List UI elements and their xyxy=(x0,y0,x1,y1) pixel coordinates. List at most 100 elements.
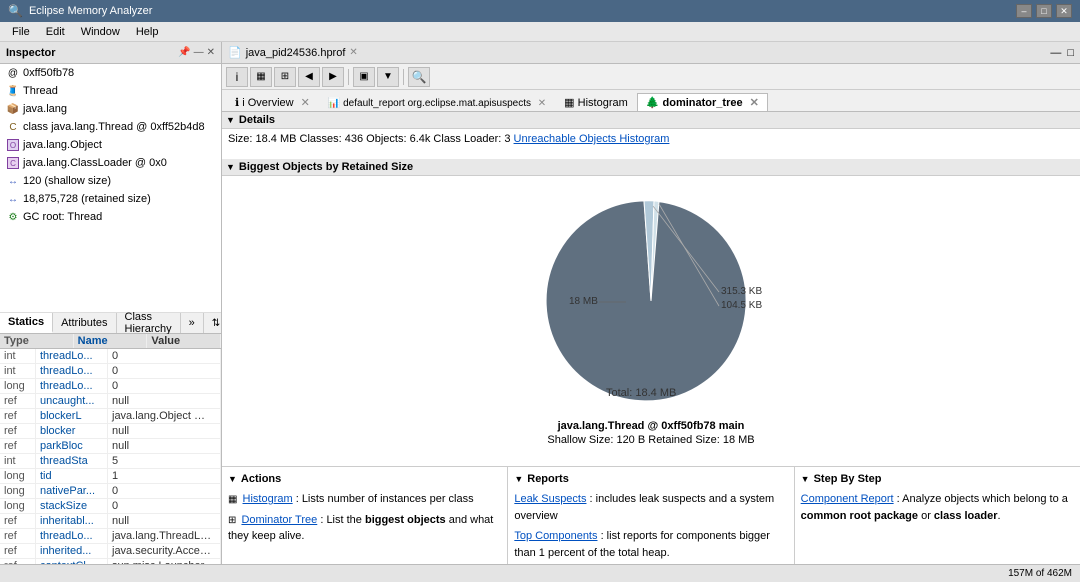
table-row[interactable]: ref inheritabl... null xyxy=(0,514,221,529)
tab-statics[interactable]: Statics xyxy=(0,313,53,333)
cell-name: uncaught... xyxy=(36,394,108,408)
retained-icon: ↔ xyxy=(6,192,20,206)
file-tab-label[interactable]: java_pid24536.hprof xyxy=(246,47,346,59)
actions-arrow: ▼ xyxy=(228,474,237,484)
toolbar-query-btn[interactable]: ▣ xyxy=(353,67,375,87)
cell-value: 5 xyxy=(108,454,221,468)
inspector-tree: @ 0xff50fb78 🧵 Thread 📦 java.lang C clas… xyxy=(0,64,221,312)
object-label: java.lang.Thread @ 0xff50fb78 main xyxy=(558,420,745,432)
tab-dominator-tree[interactable]: 🌲 dominator_tree ✕ xyxy=(637,93,768,111)
tree-item-shallow-size[interactable]: ↔ 120 (shallow size) xyxy=(0,172,221,190)
menu-help[interactable]: Help xyxy=(128,24,167,40)
unreachable-objects-link[interactable]: Unreachable Objects Histogram xyxy=(514,133,670,145)
cell-name: parkBloc xyxy=(36,439,108,453)
tab-more[interactable]: » xyxy=(181,313,204,333)
window-controls[interactable]: – □ ✕ xyxy=(1016,4,1072,18)
inspector-minimize-icon[interactable]: — xyxy=(194,47,204,58)
inspector-close-icon[interactable]: ✕ xyxy=(207,47,215,58)
field-icon: ↔ xyxy=(6,174,20,188)
report-close[interactable]: ✕ xyxy=(538,98,546,109)
menu-window[interactable]: Window xyxy=(73,24,128,40)
table-row[interactable]: int threadSta 5 xyxy=(0,454,221,469)
table-row[interactable]: ref blockerL java.lang.Object @ 0: xyxy=(0,409,221,424)
cell-type: ref xyxy=(0,529,36,543)
tree-item-classloader[interactable]: C java.lang.ClassLoader @ 0x0 xyxy=(0,154,221,172)
right-maximize-icon[interactable]: □ xyxy=(1067,47,1074,59)
loader-icon: C xyxy=(6,156,20,170)
toolbar-histogram-btn[interactable]: ▦ xyxy=(250,67,272,87)
domtree-link[interactable]: Dominator Tree xyxy=(241,514,317,526)
table-row[interactable]: ref blocker null xyxy=(0,424,221,439)
app-icon: 🔍 xyxy=(8,4,23,18)
table-row[interactable]: long threadLo... 0 xyxy=(0,379,221,394)
tree-item-java-object[interactable]: O java.lang.Object xyxy=(0,136,221,154)
tab-default-report[interactable]: 📊 default_report org.eclipse.mat.apisusp… xyxy=(319,95,555,111)
cell-type: ref xyxy=(0,514,36,528)
pie-chart-area: 18 MB 315.3 KB 104.5 KB Total: 18.4 MB xyxy=(222,176,1080,456)
thread-icon: 🧵 xyxy=(6,84,20,98)
action-domtree-item: ⊞ Dominator Tree : List the biggest obje… xyxy=(228,512,501,545)
reports-arrow: ▼ xyxy=(514,474,523,484)
histogram-link[interactable]: Histogram xyxy=(243,493,293,505)
tree-item-retained-size[interactable]: ↔ 18,875,728 (retained size) xyxy=(0,190,221,208)
tree-item-gc-root[interactable]: ⚙ GC root: Thread xyxy=(0,208,221,226)
toolbar-forward-btn[interactable]: ▶ xyxy=(322,67,344,87)
toolbar-sep1 xyxy=(348,69,349,85)
tab-overview[interactable]: ℹ i Overview ✕ xyxy=(226,93,319,111)
domtree-close[interactable]: ✕ xyxy=(750,97,759,109)
action-histogram-item: ▦ Histogram : Lists number of instances … xyxy=(228,491,501,508)
cell-name: blockerL xyxy=(36,409,108,423)
maximize-btn[interactable]: □ xyxy=(1036,4,1052,18)
inspector-pin-icon[interactable]: 📌 xyxy=(178,47,190,58)
tree-item-address[interactable]: @ 0xff50fb78 xyxy=(0,64,221,82)
top-components-link[interactable]: Top Components xyxy=(514,530,597,542)
fields-table: Type Name Value int threadLo... 0 int th… xyxy=(0,334,221,582)
table-row[interactable]: int threadLo... 0 xyxy=(0,364,221,379)
table-row[interactable]: ref inherited... java.security.AccessC xyxy=(0,544,221,559)
cell-type: ref xyxy=(0,424,36,438)
component-report-link[interactable]: Component Report xyxy=(801,493,894,505)
cell-name: threadLo... xyxy=(36,349,108,363)
menu-file[interactable]: File xyxy=(4,24,38,40)
cell-type: ref xyxy=(0,409,36,423)
reports-header: ▼ Reports xyxy=(514,473,787,485)
table-row[interactable]: int threadLo... 0 xyxy=(0,349,221,364)
package-icon: 📦 xyxy=(6,102,20,116)
actions-header: ▼ Actions xyxy=(228,473,501,485)
tree-item-thread[interactable]: 🧵 Thread xyxy=(0,82,221,100)
table-row[interactable]: long stackSize 0 xyxy=(0,499,221,514)
toolbar-search-btn[interactable]: 🔍 xyxy=(408,67,430,87)
report-top-item: Top Components : list reports for compon… xyxy=(514,528,787,561)
leak-suspects-link[interactable]: Leak Suspects xyxy=(514,493,586,505)
tab-attributes[interactable]: Attributes xyxy=(53,313,116,333)
table-row[interactable]: ref threadLo... java.lang.ThreadLoca xyxy=(0,529,221,544)
tree-item-class-thread[interactable]: C class java.lang.Thread @ 0xff52b4d8 xyxy=(0,118,221,136)
file-tab-close[interactable]: ✕ xyxy=(349,47,357,58)
col-value: Value xyxy=(147,334,221,348)
tree-item-java-lang[interactable]: 📦 java.lang xyxy=(0,100,221,118)
table-row[interactable]: long nativePar... 0 xyxy=(0,484,221,499)
overview-close[interactable]: ✕ xyxy=(301,97,310,109)
cell-type: long xyxy=(0,379,36,393)
toolbar-sep2 xyxy=(403,69,404,85)
toolbar-info-btn[interactable]: i xyxy=(226,67,248,87)
menu-bar: File Edit Window Help xyxy=(0,22,1080,42)
toolbar-back-btn[interactable]: ◀ xyxy=(298,67,320,87)
minimize-btn[interactable]: – xyxy=(1016,4,1032,18)
reports-content: Leak Suspects : includes leak suspects a… xyxy=(514,491,787,561)
details-section-header[interactable]: ▼ Details xyxy=(222,112,1080,129)
tab-class-hierarchy[interactable]: Class Hierarchy xyxy=(117,313,181,333)
toolbar-domtree-btn[interactable]: ⊞ xyxy=(274,67,296,87)
close-btn[interactable]: ✕ xyxy=(1056,4,1072,18)
table-row[interactable]: ref uncaught... null xyxy=(0,394,221,409)
biggest-objects-header[interactable]: ▼ Biggest Objects by Retained Size xyxy=(222,159,1080,176)
table-row[interactable]: ref parkBloc null xyxy=(0,439,221,454)
table-row[interactable]: long tid 1 xyxy=(0,469,221,484)
menu-edit[interactable]: Edit xyxy=(38,24,73,40)
tab-histogram[interactable]: ▦ Histogram xyxy=(555,93,637,111)
right-minimize-icon[interactable]: — xyxy=(1050,47,1061,59)
status-memory: 157M of 462M xyxy=(1008,568,1072,579)
toolbar-dropdown-btn[interactable]: ▼ xyxy=(377,67,399,87)
bottom-sections: ▼ Actions ▦ Histogram : Lists number of … xyxy=(222,466,1080,571)
cell-name: threadSta xyxy=(36,454,108,468)
